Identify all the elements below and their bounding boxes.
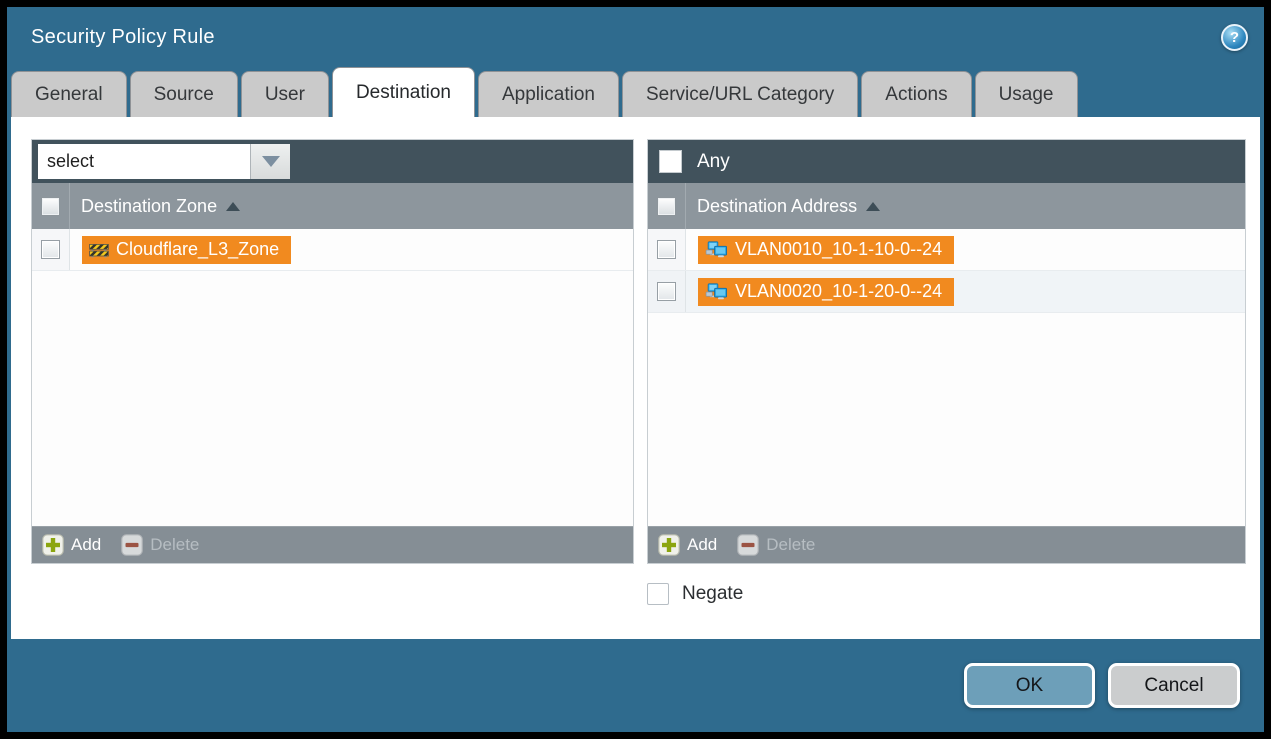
address-panel-header: Any (648, 140, 1245, 183)
address-row-label: VLAN0010_10-1-10-0--24 (735, 239, 942, 260)
any-label: Any (697, 151, 730, 173)
address-icon (705, 283, 728, 301)
negate-checkbox[interactable] (647, 583, 669, 605)
table-row[interactable]: VLAN0020_10-1-20-0--24 (648, 271, 1245, 313)
address-chip[interactable]: VLAN0020_10-1-20-0--24 (698, 278, 954, 306)
address-icon (705, 241, 728, 259)
help-icon[interactable]: ? (1221, 24, 1248, 51)
tab-bar: General Source User Destination Applicat… (7, 67, 1264, 117)
zone-column-header: Destination Zone (32, 183, 633, 229)
cancel-button[interactable]: Cancel (1108, 663, 1240, 708)
any-checkbox[interactable] (659, 150, 682, 173)
delete-address-button[interactable]: Delete (737, 534, 815, 556)
address-column-title[interactable]: Destination Address (697, 196, 857, 217)
tab-usage[interactable]: Usage (975, 71, 1078, 117)
tab-service-url-category[interactable]: Service/URL Category (622, 71, 858, 117)
title-bar: Security Policy Rule ? (7, 7, 1264, 67)
ok-button[interactable]: OK (964, 663, 1095, 708)
dialog-button-bar: OK Cancel (7, 639, 1264, 732)
tab-general[interactable]: General (11, 71, 127, 117)
address-column-header: Destination Address (648, 183, 1245, 229)
tab-destination[interactable]: Destination (332, 67, 475, 117)
add-zone-button[interactable]: Add (42, 534, 101, 556)
add-icon (658, 534, 680, 556)
address-chip[interactable]: VLAN0010_10-1-10-0--24 (698, 236, 954, 264)
table-row[interactable]: Cloudflare_L3_Zone (32, 229, 633, 271)
add-icon (42, 534, 64, 556)
zone-panel-footer: Add Delete (32, 526, 633, 563)
address-row-checkbox[interactable] (657, 282, 676, 301)
zone-chip[interactable]: Cloudflare_L3_Zone (82, 236, 291, 264)
dialog-title: Security Policy Rule (31, 26, 215, 49)
tab-actions[interactable]: Actions (861, 71, 971, 117)
negate-label: Negate (682, 583, 743, 605)
zone-column-title[interactable]: Destination Zone (81, 196, 217, 217)
destination-zone-panel: Destination Zone (31, 139, 634, 564)
chevron-down-icon (262, 156, 280, 167)
add-address-button[interactable]: Add (658, 534, 717, 556)
negate-row: Negate (647, 583, 1260, 605)
destination-address-panel: Any Destination Address (647, 139, 1246, 564)
address-rows: VLAN0010_10-1-10-0--24 (648, 229, 1245, 526)
address-select-all-checkbox[interactable] (657, 197, 676, 216)
zone-icon (89, 242, 109, 258)
help-glyph: ? (1230, 29, 1239, 46)
security-policy-rule-dialog: Security Policy Rule ? General Source Us… (0, 0, 1271, 739)
address-row-label: VLAN0020_10-1-20-0--24 (735, 281, 942, 302)
delete-zone-button[interactable]: Delete (121, 534, 199, 556)
tab-application[interactable]: Application (478, 71, 619, 117)
zone-row-checkbox[interactable] (41, 240, 60, 259)
zone-select-input[interactable] (38, 144, 250, 179)
tab-source[interactable]: Source (130, 71, 238, 117)
address-row-checkbox[interactable] (657, 240, 676, 259)
delete-icon (121, 534, 143, 556)
zone-row-label: Cloudflare_L3_Zone (116, 239, 279, 260)
address-panel-footer: Add Delete (648, 526, 1245, 563)
sort-asc-icon[interactable] (226, 202, 240, 211)
delete-icon (737, 534, 759, 556)
table-row[interactable]: VLAN0010_10-1-10-0--24 (648, 229, 1245, 271)
zone-rows: Cloudflare_L3_Zone (32, 229, 633, 526)
tab-user[interactable]: User (241, 71, 329, 117)
zone-select-dropdown-button[interactable] (250, 144, 290, 179)
tab-content-destination: Destination Zone (11, 117, 1260, 639)
zone-select-all-checkbox[interactable] (41, 197, 60, 216)
zone-panel-header (32, 140, 633, 183)
sort-asc-icon[interactable] (866, 202, 880, 211)
